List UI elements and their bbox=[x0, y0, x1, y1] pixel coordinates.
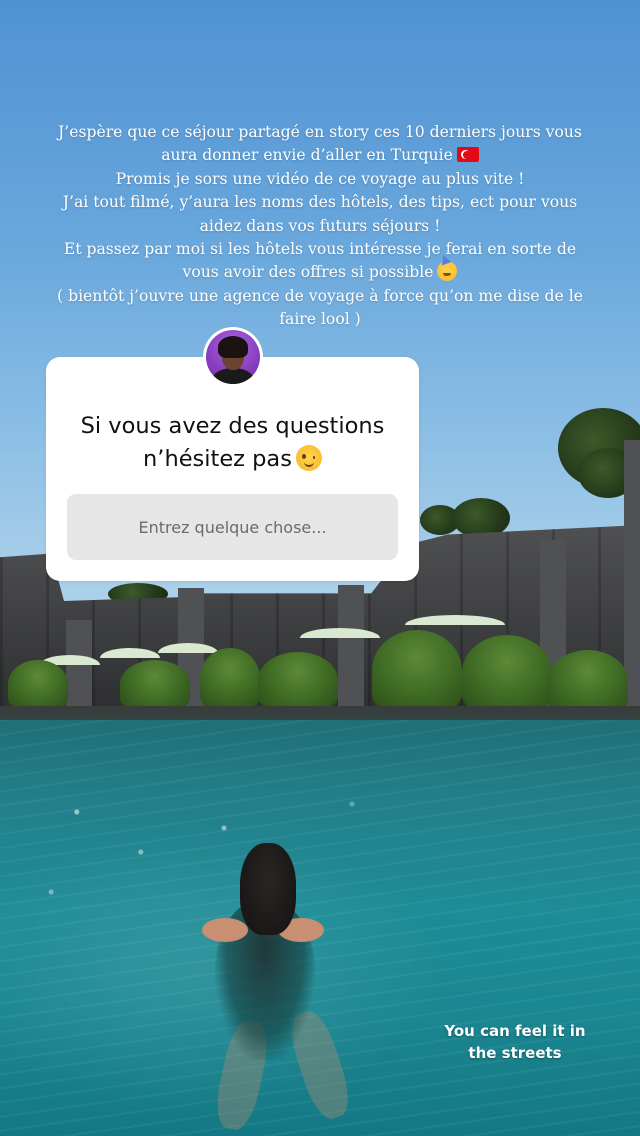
garden-plants bbox=[548, 650, 628, 712]
overlay-line: You can feel it in bbox=[444, 1022, 586, 1040]
garden-plants bbox=[258, 652, 338, 708]
partying-face-icon bbox=[437, 261, 458, 282]
garden-plants bbox=[462, 635, 552, 710]
overlay-caption: You can feel it in the streets bbox=[420, 1020, 610, 1064]
question-sticker[interactable]: Si vous avez des questions n’hésitez pas… bbox=[46, 357, 419, 581]
answer-placeholder: Entrez quelque chose... bbox=[138, 517, 327, 537]
caption-line: J’ai tout filmé, y’aura les noms des hôt… bbox=[62, 193, 578, 212]
swimmer-head bbox=[240, 843, 296, 935]
caption-line: ( bientôt j’ouvre une agence de voyage à… bbox=[57, 286, 583, 305]
garden-plants bbox=[200, 648, 260, 708]
avatar-shoulders bbox=[212, 368, 254, 384]
building-pillar bbox=[624, 440, 640, 710]
swimmer-shoulder bbox=[202, 918, 248, 942]
avatar-photo bbox=[206, 330, 260, 384]
winking-face-icon bbox=[295, 445, 322, 471]
garden-plants bbox=[8, 660, 68, 708]
question-line: n’hésitez pas bbox=[143, 446, 292, 472]
caption-line: Promis je sors une vidéo de ce voyage au… bbox=[115, 169, 525, 188]
story-view: J’espère que ce séjour partagé en story … bbox=[0, 0, 640, 1136]
caption-line: aidez dans vos futurs séjours ! bbox=[199, 216, 441, 235]
building-pillar bbox=[338, 585, 364, 710]
story-caption: J’espère que ce séjour partagé en story … bbox=[30, 121, 610, 332]
question-text: Si vous avez des questions n’hésitez pas bbox=[46, 410, 419, 476]
caption-line-with-emoji: vous avoir des offres si possible bbox=[30, 261, 610, 284]
caption-line: aura donner envie d’aller en Turquie bbox=[161, 146, 453, 165]
question-line-with-emoji: n’hésitez pas bbox=[46, 443, 419, 476]
avatar[interactable] bbox=[203, 327, 263, 387]
caption-line: Et passez par moi si les hôtels vous int… bbox=[63, 240, 577, 259]
garden-plants bbox=[372, 630, 462, 710]
water-sparkles bbox=[0, 780, 640, 940]
caption-line-with-flag: aura donner envie d’aller en Turquie bbox=[30, 144, 610, 167]
garden-plants bbox=[120, 660, 190, 708]
avatar-hair bbox=[218, 336, 248, 358]
caption-line: faire lool ) bbox=[279, 310, 361, 329]
overlay-line: the streets bbox=[468, 1044, 562, 1062]
caption-line: J’espère que ce séjour partagé en story … bbox=[58, 123, 582, 141]
caption-line: vous avoir des offres si possible bbox=[182, 263, 434, 282]
building-pillar bbox=[66, 620, 92, 710]
question-answer-input[interactable]: Entrez quelque chose... bbox=[67, 494, 398, 560]
turkey-flag-icon bbox=[456, 147, 479, 163]
question-line: Si vous avez des questions bbox=[80, 413, 385, 439]
